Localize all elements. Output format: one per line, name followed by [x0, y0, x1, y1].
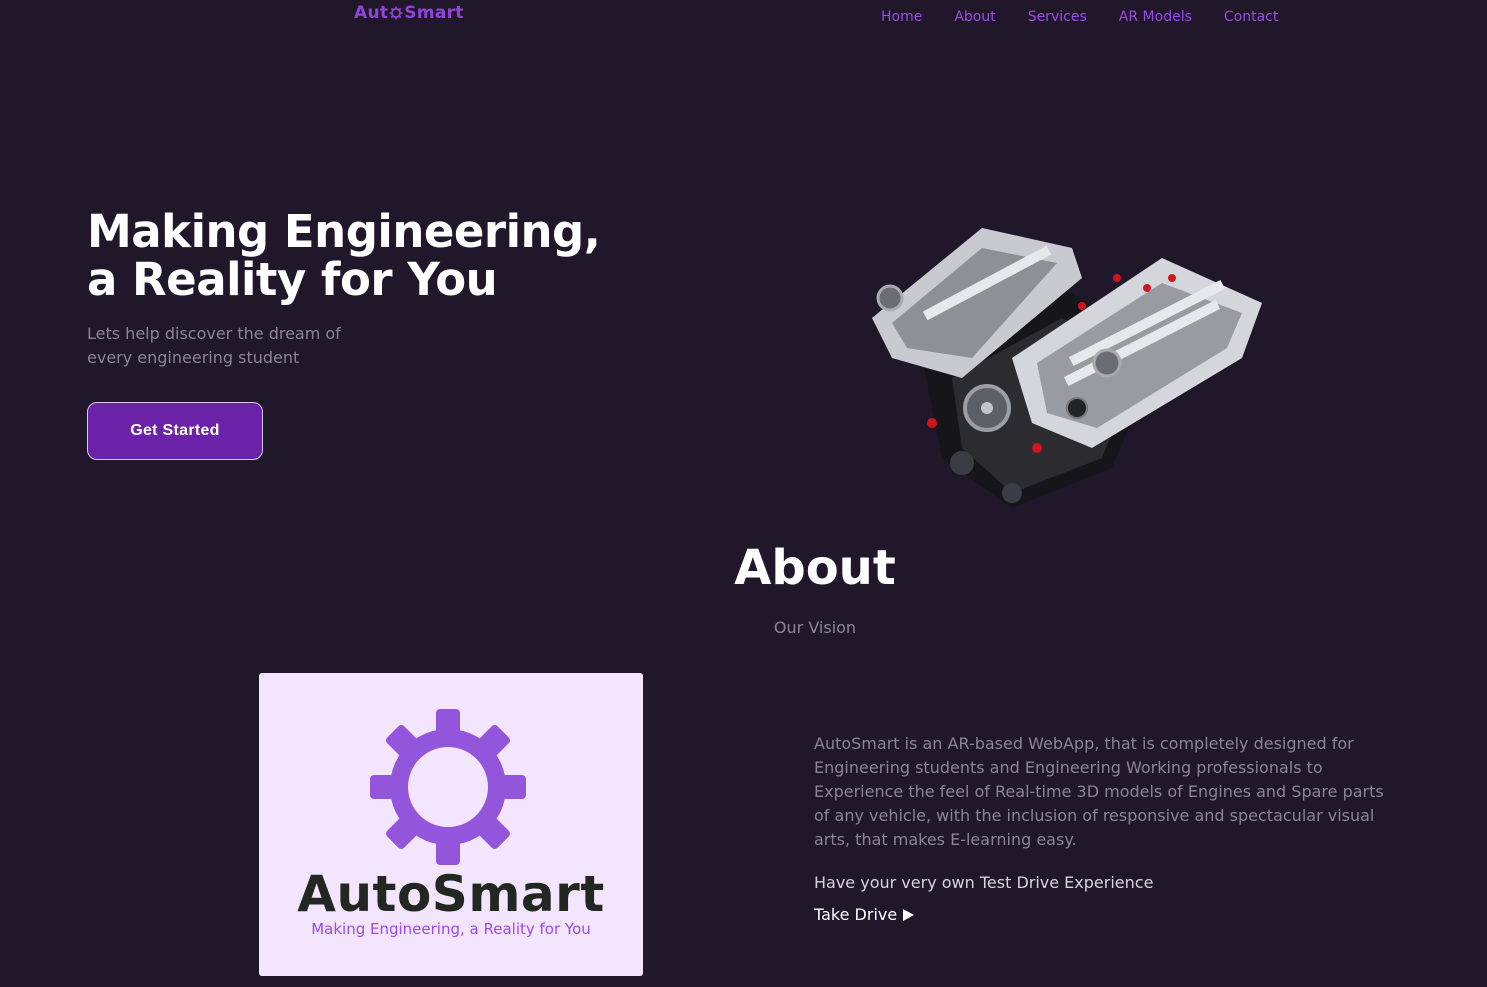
main-nav: Home About Services AR Models Contact: [881, 8, 1310, 26]
about-subheading: Our Vision: [773, 618, 857, 637]
nav-link-about[interactable]: About: [954, 8, 995, 26]
take-drive-link[interactable]: Take Drive: [814, 905, 915, 924]
card-brand-name: AutoSmart: [297, 865, 605, 923]
nav-link-home[interactable]: Home: [881, 8, 922, 26]
about-heading: About: [734, 540, 896, 596]
gear-icon: [389, 6, 403, 20]
hero-title: Making Engineering, a Reality for You: [87, 208, 647, 304]
gear-icon: [370, 709, 526, 865]
site-logo[interactable]: Aut Smart: [354, 3, 464, 23]
brand-card: AutoSmart Making Engineering, a Reality …: [259, 673, 643, 976]
about-description: AutoSmart is an AR-based WebApp, that is…: [814, 734, 1384, 849]
test-drive-text: Have your very own Test Drive Experience: [814, 873, 1154, 892]
play-icon: [903, 908, 915, 921]
nav-link-services[interactable]: Services: [1028, 8, 1087, 26]
nav-link-ar-models[interactable]: AR Models: [1119, 8, 1192, 26]
hero-subtitle: Lets help discover the dream of every en…: [87, 324, 341, 367]
landing-page: Aut Smart Home About Services AR Models …: [0, 0, 1487, 987]
hero-title-line-2: a Reality for You: [87, 253, 498, 306]
logo-text-right: Smart: [404, 3, 464, 23]
logo-text-left: Aut: [354, 3, 389, 23]
get-started-button[interactable]: Get Started: [87, 402, 263, 460]
hero-title-line-1: Making Engineering,: [87, 205, 601, 258]
engine-image: [872, 228, 1262, 508]
nav-link-contact[interactable]: Contact: [1224, 8, 1278, 26]
take-drive-label: Take Drive: [814, 905, 898, 924]
card-tagline: Making Engineering, a Reality for You: [311, 920, 591, 938]
